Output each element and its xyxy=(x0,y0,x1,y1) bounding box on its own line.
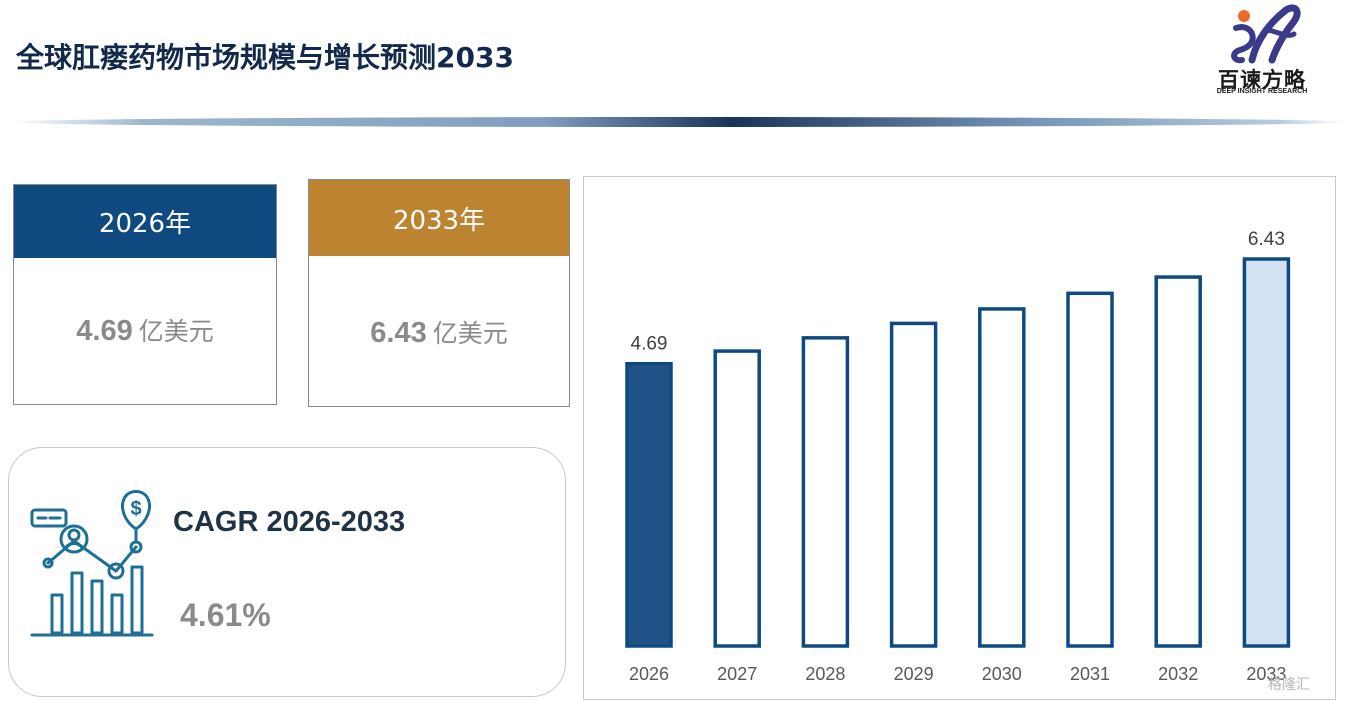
bar-2027 xyxy=(713,349,761,648)
bar-2031 xyxy=(1066,291,1114,648)
card-end-year-amount: 6.43 xyxy=(370,317,427,349)
card-start-year-unit: 亿美元 xyxy=(138,317,214,346)
card-start-year: 2026年 4.69 亿美元 xyxy=(13,184,277,405)
bar-2028 xyxy=(801,336,850,648)
data-label-2033: 6.43 xyxy=(1248,229,1285,250)
x-tick-2028: 2028 xyxy=(805,664,845,684)
card-start-year-label: 2026年 xyxy=(98,209,192,239)
card-end-year-value: 6.43 亿美元 xyxy=(309,314,569,350)
bar-2030 xyxy=(978,307,1026,648)
watermark: 格隆汇 xyxy=(1268,676,1310,692)
card-end-year-header: 2033年 xyxy=(309,180,569,256)
brand-tagline: DEEP INSIGHT RESEARCH xyxy=(1216,88,1308,95)
x-tick-2032: 2032 xyxy=(1158,664,1198,684)
cagr-label: CAGR 2026-2033 xyxy=(173,506,406,538)
bar-2033 xyxy=(1242,257,1291,648)
card-end-year-label: 2033年 xyxy=(392,205,486,236)
x-tick-2027: 2027 xyxy=(717,664,757,684)
x-tick-2029: 2029 xyxy=(894,664,934,684)
x-tick-2030: 2030 xyxy=(982,664,1022,684)
card-end-year-unit: 亿美元 xyxy=(432,319,508,348)
bar-2026 xyxy=(625,361,673,648)
x-tick-2031: 2031 xyxy=(1070,664,1110,684)
card-start-year-header: 2026年 xyxy=(14,185,276,258)
header-divider xyxy=(10,117,1346,127)
card-start-year-value: 4.69 亿美元 xyxy=(14,312,276,348)
bar-2032 xyxy=(1154,275,1202,648)
svg-text:$: $ xyxy=(130,498,141,520)
bar-2029 xyxy=(889,321,938,648)
card-end-year: 2033年 6.43 亿美元 xyxy=(308,179,570,407)
growth-analytics-icon: $ xyxy=(30,490,154,637)
bar-chart: 20264.692027 2028 2029 2030 2031 2032 20336.43 xyxy=(625,229,1291,684)
x-tick-2026: 2026 xyxy=(629,664,669,684)
card-start-year-amount: 4.69 xyxy=(76,315,133,347)
data-label-2026: 4.69 xyxy=(631,334,668,355)
cagr-value: 4.61% xyxy=(180,597,271,633)
page-title: 全球肛瘘药物市场规模与增长预测2033 xyxy=(16,41,514,74)
